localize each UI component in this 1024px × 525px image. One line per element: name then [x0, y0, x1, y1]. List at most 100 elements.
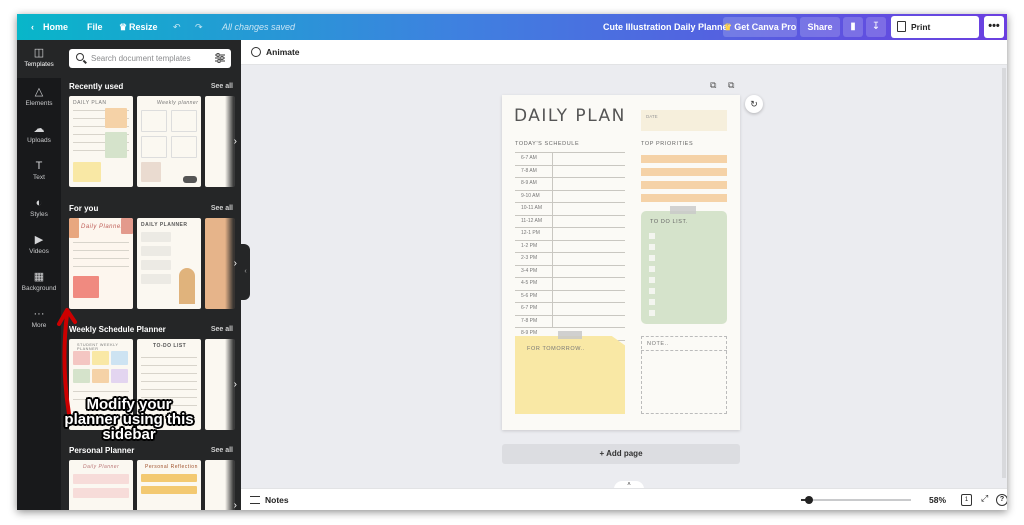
todo-checkbox[interactable]	[649, 255, 655, 261]
home-button[interactable]: Home	[43, 14, 68, 40]
template-thumbnail[interactable]: Personal Reflection	[137, 460, 201, 510]
note-box[interactable]	[641, 336, 727, 414]
add-page-button[interactable]: + Add page	[502, 444, 740, 464]
thumb-block	[73, 351, 90, 365]
schedule-time[interactable]: 12-1 PM	[521, 230, 540, 236]
rail-item-text[interactable]: T Text	[17, 156, 61, 190]
template-thumbnail[interactable]: Weekly planner	[137, 96, 201, 187]
download-icon[interactable]: ↧	[866, 17, 886, 37]
todo-checkbox[interactable]	[649, 277, 655, 283]
animate-button[interactable]: Animate	[266, 40, 300, 64]
see-all-link[interactable]: See all	[211, 326, 233, 333]
see-all-link[interactable]: See all	[211, 447, 233, 454]
comment-icon[interactable]: ↻	[745, 95, 763, 113]
rail-item-styles[interactable]: ◐ Styles	[17, 193, 61, 227]
schedule-time[interactable]: 4-5 PM	[521, 280, 537, 286]
thumb-title: STUDENT WEEKLY PLANNER	[77, 343, 119, 351]
schedule-time[interactable]: 5-6 PM	[521, 293, 537, 299]
schedule-time[interactable]: 3-4 PM	[521, 268, 537, 274]
insights-chart-icon[interactable]: ▮	[843, 17, 863, 37]
resize-button[interactable]: Resize	[129, 14, 158, 40]
rail-item-more[interactable]: ··· More	[17, 304, 61, 338]
redo-icon[interactable]: ↷	[195, 14, 203, 40]
schedule-time[interactable]: 10-11 AM	[521, 205, 542, 211]
schedule-row-line	[515, 314, 625, 316]
schedule-time[interactable]: 7-8 PM	[521, 318, 537, 324]
rail-item-videos[interactable]: ▶ Videos	[17, 230, 61, 264]
todo-checkbox[interactable]	[649, 288, 655, 294]
flower-decor	[69, 218, 79, 238]
rail-item-elements[interactable]: △ Elements	[17, 82, 61, 116]
notes-icon	[250, 496, 260, 504]
schedule-time[interactable]: 7-8 AM	[521, 168, 537, 174]
zoom-level[interactable]: 58%	[929, 489, 946, 510]
date-box[interactable]: DATE	[641, 110, 727, 131]
scroll-right-icon[interactable]: ›	[225, 339, 239, 430]
priority-bar[interactable]	[641, 168, 727, 176]
section-title: Personal Planner	[69, 446, 135, 455]
thumb-block	[92, 351, 109, 365]
thumb-block	[73, 369, 90, 383]
scroll-right-icon[interactable]: ›	[225, 460, 239, 510]
fullscreen-icon[interactable]: ⤢	[981, 493, 988, 504]
template-thumbnail[interactable]: DAILY PLANNER	[137, 218, 201, 309]
page-title[interactable]: DAILY PLAN	[514, 106, 626, 126]
todo-checkbox[interactable]	[649, 233, 655, 239]
collapse-panel-handle[interactable]: ‹	[241, 244, 250, 300]
schedule-time[interactable]: 11-12 AM	[521, 218, 542, 224]
rail-item-uploads[interactable]: ☁ Uploads	[17, 119, 61, 153]
schedule-time[interactable]: 9-10 AM	[521, 193, 540, 199]
rail-item-templates[interactable]: ◫ Templates	[17, 40, 61, 78]
rail-label: Background	[21, 285, 57, 292]
share-button[interactable]: Share	[800, 17, 840, 37]
priority-bar[interactable]	[641, 155, 727, 163]
thumb-line	[73, 242, 129, 243]
schedule-time[interactable]: 2-3 PM	[521, 255, 537, 261]
schedule-row-line	[515, 252, 625, 253]
scroll-right-icon[interactable]: ›	[225, 96, 239, 187]
vertical-scrollbar[interactable]	[1002, 68, 1006, 478]
zoom-slider-knob[interactable]	[804, 496, 813, 504]
schedule-time[interactable]: 8-9 PM	[521, 330, 537, 336]
template-thumbnail[interactable]: Daily Planner	[69, 460, 133, 510]
priority-bar[interactable]	[641, 181, 727, 189]
more-options-button[interactable]: •••	[984, 16, 1004, 38]
zoom-slider[interactable]	[801, 496, 911, 504]
file-menu[interactable]: File	[87, 14, 103, 40]
schedule-time[interactable]: 6-7 PM	[521, 305, 537, 311]
duplicate-page-icon[interactable]: ⧉	[710, 80, 716, 91]
template-thumbnail[interactable]: DAILY PLAN	[69, 96, 133, 187]
thumb-line	[141, 365, 197, 366]
priority-bar[interactable]	[641, 194, 727, 202]
page-count-button[interactable]: 1	[961, 494, 972, 506]
schedule-header[interactable]: TODAY'S SCHEDULE	[515, 141, 579, 147]
document-title[interactable]: Cute Illustration Daily Planner	[603, 14, 731, 40]
help-button[interactable]: ?	[996, 494, 1007, 506]
schedule-row-line	[515, 177, 625, 178]
todo-checkbox[interactable]	[649, 299, 655, 305]
priorities-header[interactable]: TOP PRIORITIES	[641, 141, 693, 147]
todo-checkbox[interactable]	[649, 310, 655, 316]
search-icon	[76, 53, 84, 61]
todo-checkbox[interactable]	[649, 244, 655, 250]
scroll-right-icon[interactable]: ›	[225, 218, 239, 309]
thumb-block	[73, 276, 99, 298]
thumb-block	[141, 274, 171, 284]
filter-sliders-icon[interactable]	[215, 53, 225, 63]
design-page[interactable]: DAILY PLAN DATE TODAY'S SCHEDULE TOP PRI…	[502, 95, 740, 430]
undo-icon[interactable]: ↶	[173, 14, 181, 40]
back-chevron-icon[interactable]: ‹	[31, 14, 34, 40]
schedule-time[interactable]: 8-9 AM	[521, 180, 537, 186]
see-all-link[interactable]: See all	[211, 83, 233, 90]
template-thumbnail[interactable]: Daily Planner	[69, 218, 133, 309]
schedule-time[interactable]: 1-2 PM	[521, 243, 537, 249]
print-letterheads-button[interactable]: Print Letterheads	[891, 16, 979, 54]
add-page-icon[interactable]: ⧉	[728, 80, 734, 91]
schedule-time[interactable]: 6-7 AM	[521, 155, 537, 161]
get-pro-button[interactable]: ♛ Get Canva Pro	[723, 17, 797, 37]
search-input[interactable]: Search document templates	[69, 49, 231, 68]
todo-checkbox[interactable]	[649, 266, 655, 272]
notes-button[interactable]: Notes	[265, 489, 289, 510]
rail-item-background[interactable]: ▦ Background	[17, 267, 61, 301]
see-all-link[interactable]: See all	[211, 205, 233, 212]
